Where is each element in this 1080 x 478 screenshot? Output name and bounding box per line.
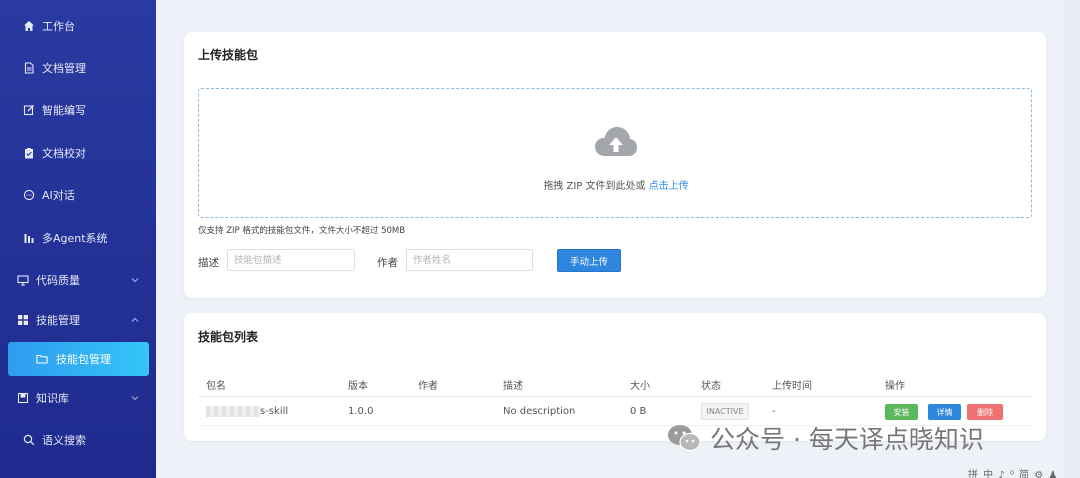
status-badge: INACTIVE	[701, 403, 749, 420]
dropzone-instruction: 拖拽 ZIP 文件到此处或	[543, 181, 646, 192]
click-upload-link[interactable]: 点击上传	[649, 181, 689, 192]
sidebar-item-label: 技能包管理	[56, 353, 111, 366]
author-label: 作者	[377, 257, 398, 269]
detail-button[interactable]: 详情	[928, 404, 961, 420]
sidebar-item-label: AI对话	[42, 189, 75, 202]
column-header-actions: 操作	[885, 381, 905, 392]
header-divider	[198, 396, 1032, 397]
sidebar-item-label: 技能管理	[36, 314, 80, 327]
chat-icon	[22, 188, 36, 202]
sidebar-item-label: 文档管理	[42, 62, 86, 75]
description-input[interactable]	[227, 249, 355, 271]
cell-size: 0 B	[630, 406, 647, 417]
document-icon	[22, 61, 36, 75]
column-header-description: 描述	[503, 381, 523, 392]
dropzone-text: 拖拽 ZIP 文件到此处或 点击上传	[199, 177, 1033, 192]
author-input[interactable]	[406, 249, 533, 271]
cell-name: s-skill	[260, 406, 289, 417]
install-button[interactable]: 安装	[885, 404, 918, 420]
column-header-upload-time: 上传时间	[772, 381, 812, 392]
clipboard-check-icon	[22, 146, 36, 160]
upload-card: 上传技能包 拖拽 ZIP 文件到此处或 点击上传 仅支持 ZIP 格式的技能包文…	[184, 32, 1046, 298]
sidebar-item-label: 工作台	[42, 20, 75, 33]
column-header-status: 状态	[701, 381, 721, 392]
upload-dropzone[interactable]: 拖拽 ZIP 文件到此处或 点击上传	[198, 88, 1032, 218]
wechat-icon	[668, 425, 701, 452]
sidebar-item-skill-management[interactable]: 技能管理	[0, 302, 156, 338]
column-header-size: 大小	[630, 381, 650, 392]
sidebar-item-workbench[interactable]: 工作台	[0, 8, 156, 44]
sidebar-item-label: 语义搜索	[42, 434, 86, 447]
cloud-upload-icon	[595, 127, 637, 156]
scrollbar-track[interactable]	[1064, 0, 1080, 478]
sidebar-item-documents[interactable]: 文档管理	[0, 50, 156, 86]
redacted-name	[206, 406, 260, 417]
edit-icon	[22, 103, 36, 117]
chevron-up-icon	[131, 317, 139, 322]
column-header-version: 版本	[348, 381, 368, 392]
cell-description: No description	[503, 406, 576, 417]
delete-button[interactable]: 删除	[967, 404, 1003, 420]
book-icon	[16, 391, 30, 405]
folder-icon	[36, 352, 50, 366]
manual-upload-button[interactable]: 手动上传	[557, 249, 621, 272]
cell-upload-time: -	[772, 406, 776, 417]
main-content: 上传技能包 拖拽 ZIP 文件到此处或 点击上传 仅支持 ZIP 格式的技能包文…	[156, 0, 1080, 478]
upload-hint: 仅支持 ZIP 格式的技能包文件，文件大小不超过 50MB	[198, 226, 406, 236]
watermark: 公众号 · 每天译点晓知识	[666, 420, 984, 456]
column-header-name: 包名	[206, 381, 226, 392]
chevron-down-icon	[131, 278, 139, 283]
chevron-down-icon	[131, 396, 139, 401]
sidebar-item-smart-writing[interactable]: 智能编写	[0, 92, 156, 128]
bar-chart-icon	[22, 231, 36, 245]
sidebar-item-ai-chat[interactable]: AI对话	[0, 177, 156, 213]
search-icon	[22, 433, 36, 447]
sidebar-item-code-quality[interactable]: 代码质量	[0, 262, 156, 298]
list-title: 技能包列表	[198, 330, 259, 344]
column-header-author: 作者	[418, 381, 438, 392]
sidebar: 工作台 文档管理 智能编写 文档校对 AI对话 多Agent系统 代码质量 技能…	[0, 0, 156, 478]
cell-version: 1.0.0	[348, 406, 374, 417]
sidebar-item-proofreading[interactable]: 文档校对	[0, 135, 156, 171]
home-icon	[22, 19, 36, 33]
sidebar-item-label: 知识库	[36, 392, 69, 405]
watermark-text: 公众号 · 每天译点晓知识	[710, 425, 984, 454]
sidebar-item-label: 智能编写	[42, 104, 86, 117]
system-tray: 拼 中 ♪ ⁰ 简 ⚙ ♟	[968, 470, 1059, 478]
sidebar-item-skill-packages[interactable]: 技能包管理	[8, 342, 149, 376]
sidebar-item-label: 文档校对	[42, 147, 86, 160]
sidebar-item-label: 多Agent系统	[42, 232, 108, 245]
grid-icon	[16, 313, 30, 327]
sidebar-item-knowledge-base[interactable]: 知识库	[0, 380, 156, 416]
sidebar-item-label: 代码质量	[36, 274, 80, 287]
sidebar-item-semantic-search[interactable]: 语义搜索	[0, 422, 156, 458]
monitor-icon	[16, 273, 30, 287]
description-label: 描述	[198, 257, 219, 269]
upload-title: 上传技能包	[198, 48, 259, 62]
sidebar-item-multi-agent[interactable]: 多Agent系统	[0, 220, 156, 256]
